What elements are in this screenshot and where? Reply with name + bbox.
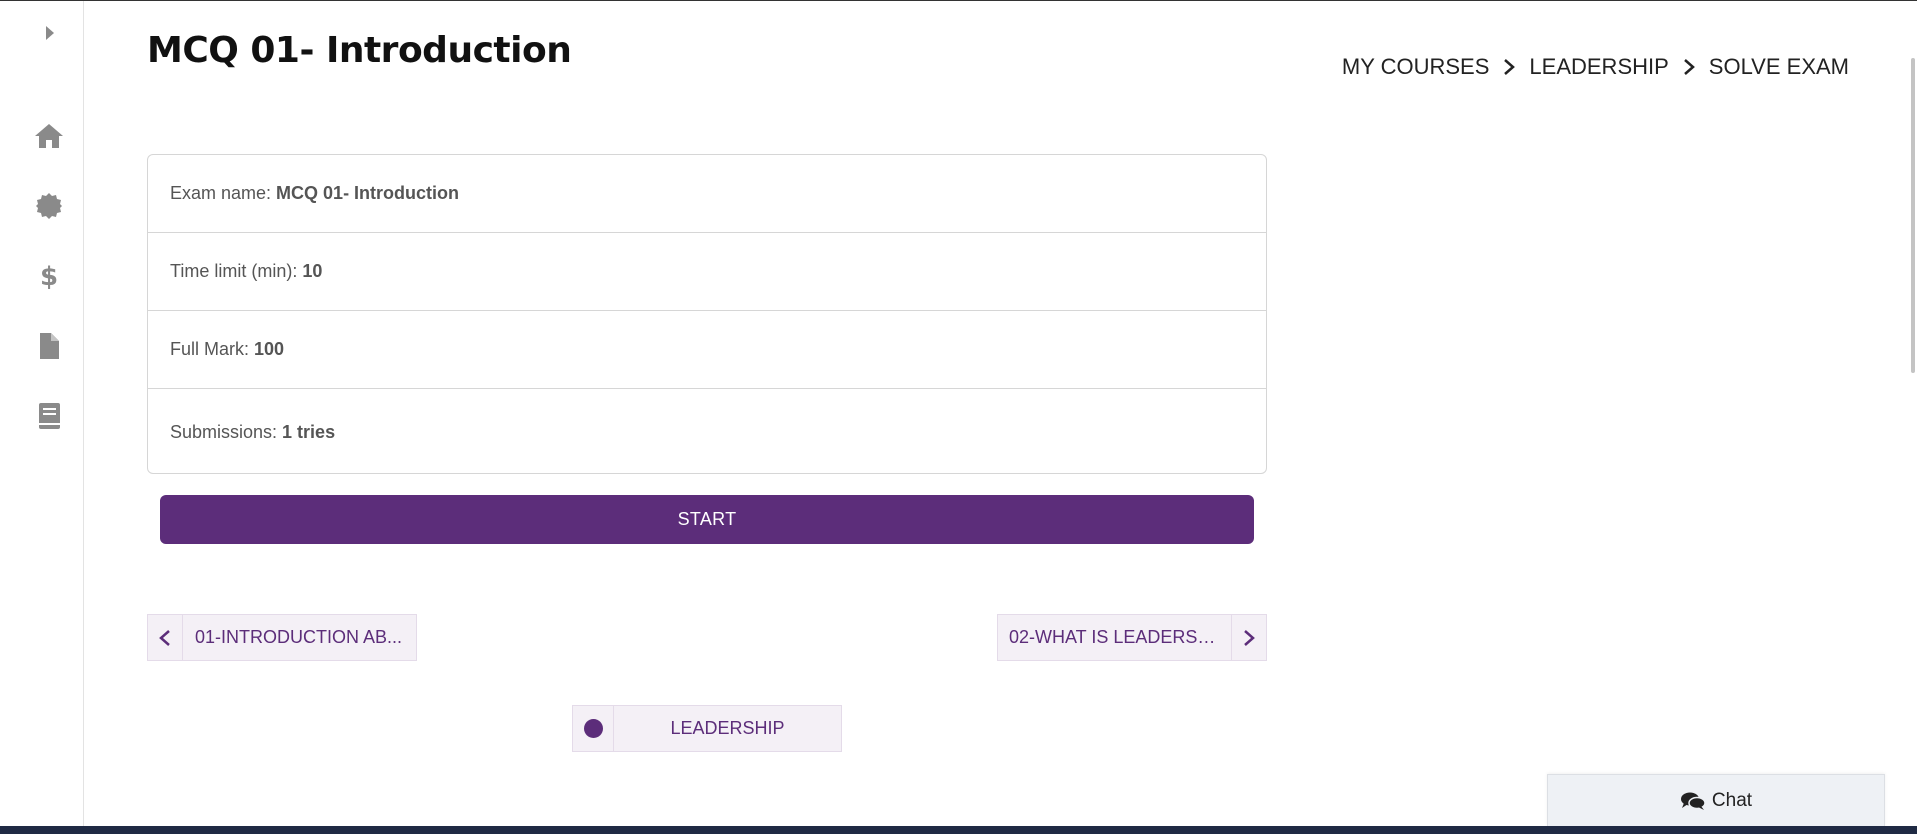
course-label: LEADERSHIP bbox=[670, 718, 785, 738]
exam-info-card: Exam name: MCQ 01- Introduction Time lim… bbox=[147, 154, 1267, 474]
sidebar-book-icon[interactable] bbox=[32, 399, 66, 433]
chevron-right-icon bbox=[1503, 58, 1516, 76]
next-lesson-label: 02-WHAT IS LEADERSH... bbox=[1009, 627, 1226, 647]
sidebar: $ bbox=[0, 1, 84, 826]
sidebar-file-icon[interactable] bbox=[32, 329, 66, 363]
bottom-taskbar-edge bbox=[0, 826, 1917, 834]
scrollbar-thumb[interactable] bbox=[1911, 58, 1915, 373]
submissions-row: Submissions: 1 tries bbox=[148, 389, 1266, 473]
chevron-right-icon bbox=[1683, 58, 1695, 76]
submissions-value: 1 tries bbox=[282, 421, 336, 442]
circle-icon bbox=[573, 706, 614, 751]
time-limit-value: 10 bbox=[302, 261, 323, 281]
breadcrumb-solve-exam: SOLVE EXAM bbox=[1708, 54, 1849, 79]
exam-name-value: MCQ 01- Introduction bbox=[276, 183, 460, 203]
exam-name-label: Exam name: bbox=[170, 183, 272, 203]
sidebar-home-icon[interactable] bbox=[32, 119, 66, 153]
start-button[interactable]: START bbox=[160, 495, 1254, 544]
breadcrumb-leadership[interactable]: LEADERSHIP bbox=[1529, 54, 1668, 80]
sidebar-toggle-caret-right-icon[interactable] bbox=[38, 21, 62, 45]
full-mark-label: Full Mark: bbox=[170, 339, 250, 359]
chevron-left-icon bbox=[148, 615, 183, 660]
breadcrumb: MY COURSES LEADERSHIP SOLVE EXAM bbox=[1342, 54, 1849, 80]
time-limit-row: Time limit (min): 10 bbox=[148, 233, 1266, 311]
sidebar-badge-icon[interactable] bbox=[32, 189, 66, 223]
submissions-label: Submissions: bbox=[170, 421, 278, 442]
comments-icon bbox=[1680, 791, 1706, 811]
prev-lesson-button[interactable]: 01-INTRODUCTION AB... bbox=[147, 614, 417, 661]
sidebar-dollar-icon[interactable]: $ bbox=[32, 259, 66, 293]
top-border bbox=[0, 0, 1917, 1]
course-leadership-button[interactable]: LEADERSHIP bbox=[572, 705, 842, 752]
prev-lesson-label: 01-INTRODUCTION AB... bbox=[195, 627, 403, 647]
time-limit-label: Time limit (min): bbox=[170, 261, 298, 281]
chat-button[interactable]: Chat bbox=[1547, 774, 1885, 826]
svg-text:$: $ bbox=[40, 262, 58, 290]
next-lesson-button[interactable]: 02-WHAT IS LEADERSH... bbox=[997, 614, 1267, 661]
full-mark-row: Full Mark: 100 bbox=[148, 311, 1266, 389]
exam-name-row: Exam name: MCQ 01- Introduction bbox=[148, 155, 1266, 233]
full-mark-value: 100 bbox=[254, 339, 285, 359]
chevron-right-icon bbox=[1231, 615, 1266, 660]
breadcrumb-my-courses[interactable]: MY COURSES bbox=[1342, 54, 1490, 80]
chat-label: Chat bbox=[1711, 789, 1753, 811]
page-title: MCQ 01- Introduction bbox=[147, 30, 572, 71]
